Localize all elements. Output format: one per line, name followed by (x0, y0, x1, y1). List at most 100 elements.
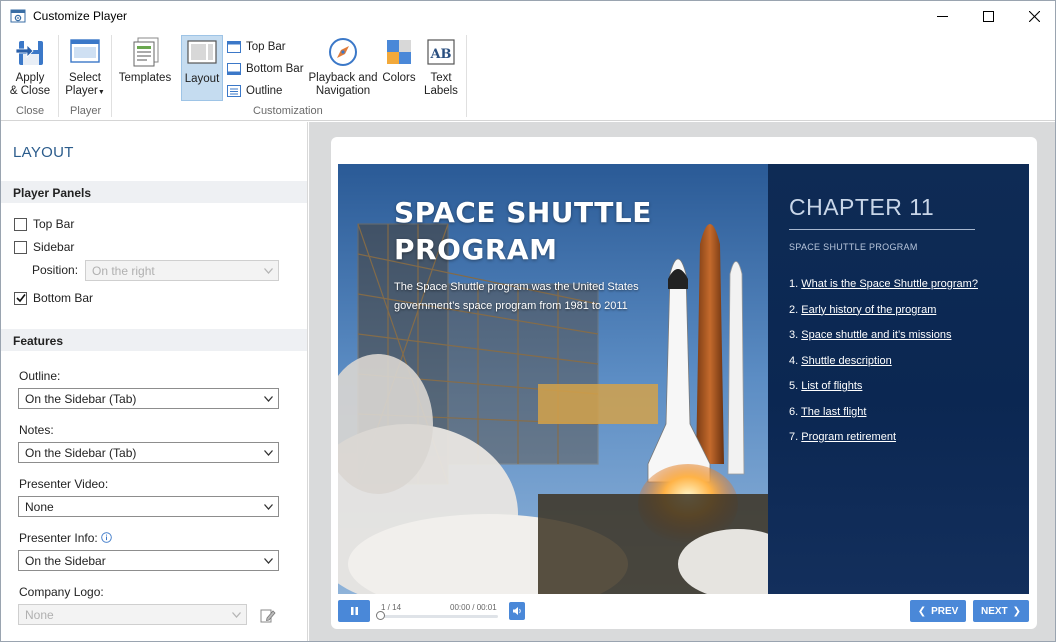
group-separator (466, 35, 467, 117)
sidebar-checkbox[interactable]: Sidebar (14, 240, 74, 254)
slide-preview: SPACE SHUTTLE PROGRAM The Space Shuttle … (338, 164, 1029, 594)
checkbox-box (14, 240, 27, 254)
toc-item-link[interactable]: Early history of the program (801, 304, 936, 316)
progress-track[interactable] (380, 615, 498, 618)
presenter-video-select[interactable]: None (18, 496, 279, 517)
position-select[interactable]: On the right (85, 260, 279, 281)
chevron-down-icon (264, 558, 273, 564)
svg-text:AB: AB (429, 47, 451, 62)
pause-button[interactable] (338, 600, 370, 622)
ribbon-toolbar: Apply & Close Close Select Player▼ Playe… (1, 31, 1055, 121)
toc-item-link[interactable]: Shuttle description (801, 355, 892, 367)
position-select-value: On the right (92, 264, 155, 278)
group-separator (58, 35, 59, 117)
notes-field-label: Notes: (19, 423, 54, 437)
main-content: LAYOUT Player Panels Top Bar Sidebar Pos… (1, 122, 1055, 641)
text-labels-icon: AB (427, 39, 455, 65)
chapter-toc-list: 1. What is the Space Shuttle program? 2. … (789, 278, 978, 457)
templates-label: Templates (118, 72, 172, 84)
bottom-bar-checkbox[interactable]: Bottom Bar (14, 291, 93, 305)
toc-item[interactable]: 4. Shuttle description (789, 355, 978, 381)
features-header: Features (1, 329, 307, 351)
toc-item[interactable]: 3. Space shuttle and it’s missions (789, 329, 978, 355)
toc-item[interactable]: 6. The last flight (789, 406, 978, 432)
outline-select[interactable]: On the Sidebar (Tab) (18, 388, 279, 409)
top-bar-checkbox-label: Top Bar (33, 217, 75, 231)
minimize-button[interactable] (919, 1, 965, 31)
chevron-down-icon (264, 504, 273, 510)
toc-item[interactable]: 7. Program retirement (789, 431, 978, 457)
next-button[interactable]: NEXT ❯ (973, 600, 1029, 622)
slide-title: SPACE SHUTTLE PROGRAM (394, 196, 652, 266)
presenter-video-label: Presenter Video: (19, 477, 109, 491)
layout-settings-panel: LAYOUT Player Panels Top Bar Sidebar Pos… (1, 122, 308, 641)
info-icon[interactable] (101, 532, 112, 543)
player-preview-area: SPACE SHUTTLE PROGRAM The Space Shuttle … (309, 122, 1055, 641)
bottom-bar-button[interactable]: Bottom Bar (227, 60, 304, 78)
maximize-button[interactable] (965, 1, 1011, 31)
toc-item-number: 4. (789, 354, 799, 367)
pause-icon (350, 607, 358, 615)
top-bar-label: Top Bar (246, 41, 286, 53)
outline-field-label: Outline: (19, 369, 61, 383)
outline-select-value: On the Sidebar (Tab) (25, 392, 137, 406)
text-labels-button[interactable]: AB Text Labels (421, 35, 461, 101)
chapter-title: CHAPTER 11 (789, 194, 935, 220)
toc-item[interactable]: 2. Early history of the program (789, 304, 978, 330)
prev-button[interactable]: ❮ PREV (910, 600, 966, 622)
player-bottom-bar: 1 / 14 00:00 / 00:01 ❮ PREV NEXT ❯ (338, 597, 1029, 627)
volume-icon (513, 607, 521, 615)
compass-icon (329, 38, 357, 66)
group-label-close: Close (16, 105, 45, 117)
apply-close-label-line1: Apply (15, 72, 45, 84)
edit-logo-icon[interactable] (259, 607, 276, 624)
player-preview-card: SPACE SHUTTLE PROGRAM The Space Shuttle … (331, 137, 1037, 629)
volume-button[interactable] (509, 602, 525, 620)
presenter-info-select[interactable]: On the Sidebar (18, 550, 279, 571)
chevron-right-icon: ❯ (1012, 605, 1022, 617)
player-panels-header: Player Panels (1, 181, 307, 203)
toc-item-number: 1. (789, 278, 799, 290)
toc-item-number: 7. (789, 431, 799, 443)
company-logo-value: None (25, 608, 54, 622)
toc-item-link[interactable]: Space shuttle and it’s missions (801, 329, 951, 341)
notes-select[interactable]: On the Sidebar (Tab) (18, 442, 279, 463)
checkbox-box (14, 217, 27, 231)
slide-counter: 1 / 14 (381, 603, 402, 612)
top-bar-button[interactable]: Top Bar (227, 38, 286, 56)
toc-item-link[interactable]: Program retirement (801, 431, 896, 443)
toc-item-link[interactable]: The last flight (801, 406, 866, 418)
bottom-bar-icon (227, 63, 241, 75)
toc-item-link[interactable]: List of flights (801, 380, 862, 392)
toc-item-number: 2. (789, 303, 799, 316)
playback-navigation-button[interactable]: Playback and Navigation (307, 35, 379, 101)
panel-title: LAYOUT (13, 144, 74, 161)
colors-label: Colors (382, 72, 416, 84)
close-window-button[interactable] (1011, 1, 1055, 31)
apply-close-button[interactable]: Apply & Close (7, 35, 53, 101)
colors-button[interactable]: Colors (380, 35, 418, 101)
company-logo-label: Company Logo: (19, 585, 104, 599)
colors-icon (387, 40, 411, 64)
toc-item[interactable]: 1. What is the Space Shuttle program? (789, 278, 978, 304)
toc-item[interactable]: 5. List of flights (789, 380, 978, 406)
group-label-player: Player (70, 105, 102, 117)
select-player-button[interactable]: Select Player▼ (63, 35, 107, 101)
chevron-down-icon (264, 450, 273, 456)
chapter-divider (789, 229, 975, 230)
progress-knob[interactable] (376, 611, 385, 620)
chevron-down-icon (264, 396, 273, 402)
outline-button[interactable]: Outline (227, 82, 282, 100)
layout-icon (187, 40, 217, 64)
company-logo-select[interactable]: None (18, 604, 247, 625)
chapter-panel: CHAPTER 11 SPACE SHUTTLE PROGRAM 1. What… (768, 164, 1029, 594)
layout-button[interactable]: Layout (181, 35, 223, 101)
select-player-label-line1: Select (69, 72, 101, 84)
text-labels-label-line2: Labels (424, 85, 458, 97)
top-bar-checkbox[interactable]: Top Bar (14, 217, 74, 231)
app-gear-icon (10, 9, 26, 23)
notes-select-value: On the Sidebar (Tab) (25, 446, 137, 460)
toc-item-link[interactable]: What is the Space Shuttle program? (801, 278, 978, 290)
templates-button[interactable]: Templates (117, 35, 173, 101)
layout-label: Layout (184, 73, 220, 85)
